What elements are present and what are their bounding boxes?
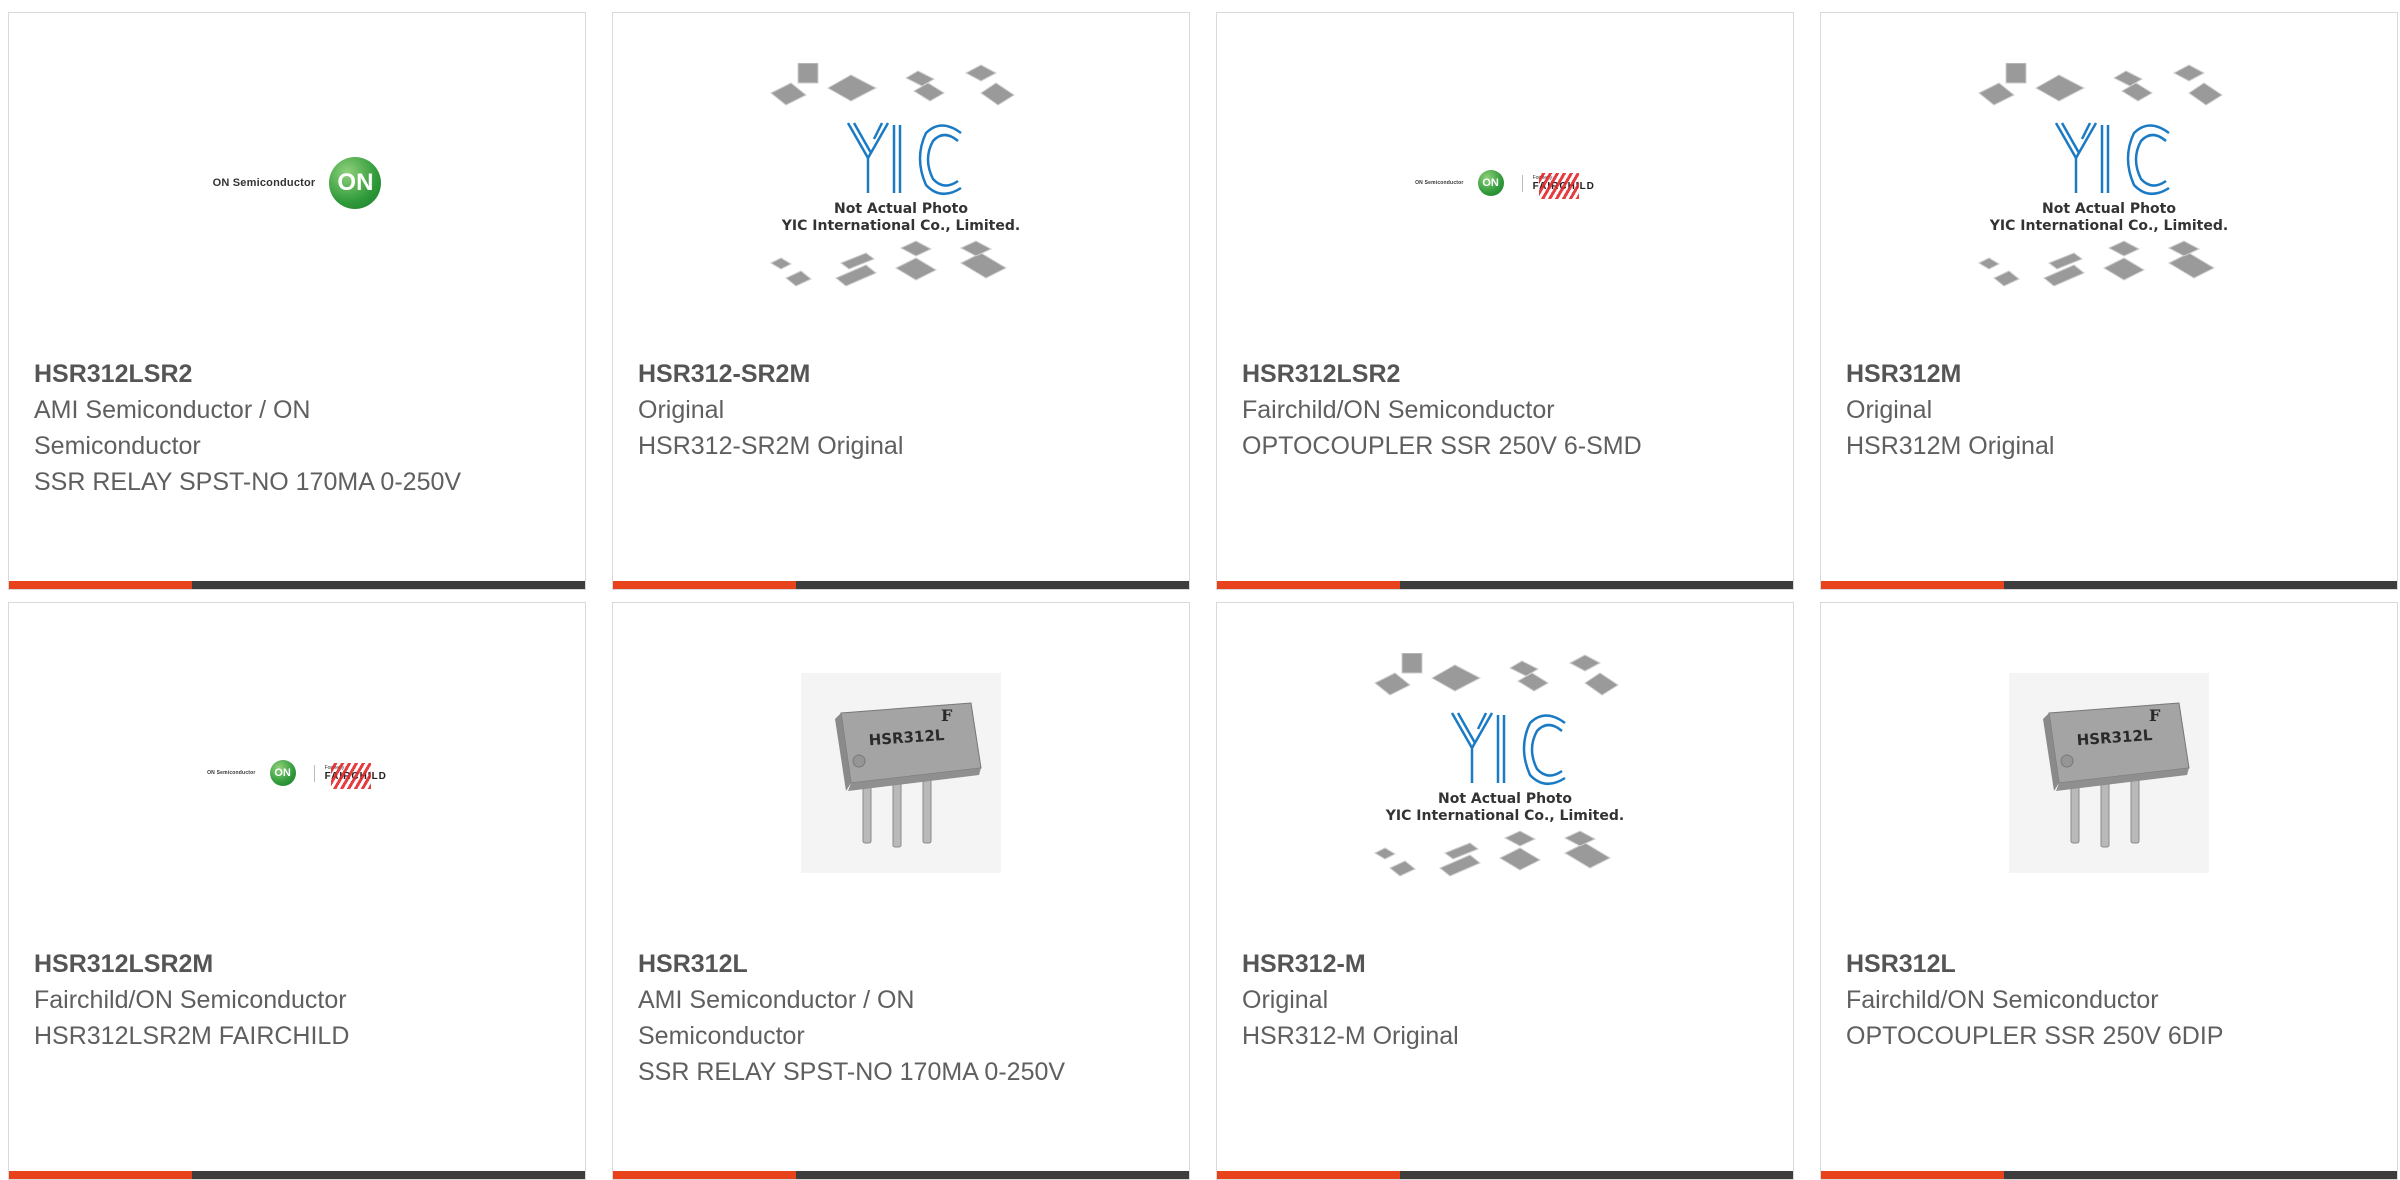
- product-card[interactable]: Not Actual Photo YIC International Co., …: [612, 12, 1190, 590]
- on-logo-text: ON Semiconductor: [212, 177, 316, 189]
- on-logo-mark: ON: [329, 157, 382, 209]
- part-number[interactable]: HSR312LSR2: [1242, 356, 1682, 392]
- dip6-chip-icon: HSR312L F: [801, 673, 1001, 873]
- product-card[interactable]: HSR312L F HSR312L Fairchild/ON Semicondu…: [1820, 602, 2398, 1180]
- dip6-chip-photo: HSR312L F: [801, 673, 1001, 873]
- part-number[interactable]: HSR312-SR2M: [638, 356, 1078, 392]
- product-image[interactable]: Not Actual Photo YIC International Co., …: [1217, 603, 1793, 943]
- manufacturer: Original: [1846, 396, 1933, 424]
- description: OPTOCOUPLER SSR 250V 6-SMD: [1242, 432, 1642, 460]
- description: HSR312-SR2M Original: [638, 432, 904, 460]
- product-info: HSR312LSR2 AMI Semiconductor / ON Semico…: [34, 356, 474, 500]
- yic-placeholder-image: Not Actual Photo YIC International Co., …: [1974, 63, 2244, 303]
- card-bottom-bar: [9, 1171, 585, 1179]
- product-image[interactable]: HSR312L F: [613, 603, 1189, 943]
- product-card[interactable]: ON Semiconductor ON HSR312LSR2 AMI Semic…: [8, 12, 586, 590]
- product-info: HSR312L AMI Semiconductor / ON Semicondu…: [638, 946, 1078, 1090]
- fairchild-logo: Formerly FAIRCHILD: [1521, 172, 1595, 199]
- product-card[interactable]: HSR312L F HSR312L AMI Semiconductor / ON…: [612, 602, 1190, 1180]
- svg-text:F: F: [2149, 706, 2161, 725]
- card-bottom-bar: [1821, 581, 2397, 589]
- chip-packages-icon: [769, 63, 1015, 287]
- product-image[interactable]: ON Semiconductor ON: [9, 13, 585, 353]
- description: OPTOCOUPLER SSR 250V 6DIP: [1846, 1022, 2224, 1050]
- card-accent: [613, 1171, 796, 1179]
- product-card[interactable]: ON Semiconductor ON Formerly FAIRCHILD H…: [1216, 12, 1794, 590]
- svg-text:F: F: [941, 706, 953, 725]
- manufacturer: Original: [1242, 986, 1329, 1014]
- product-card[interactable]: Not Actual Photo YIC International Co., …: [1820, 12, 2398, 590]
- chip-packages-icon: [1373, 653, 1619, 877]
- part-number[interactable]: HSR312LSR2: [34, 356, 474, 392]
- card-bottom-bar: [613, 1171, 1189, 1179]
- dip6-chip-icon: HSR312L F: [2009, 673, 2209, 873]
- product-image[interactable]: Not Actual Photo YIC International Co., …: [613, 13, 1189, 353]
- card-accent: [9, 581, 192, 589]
- placeholder-line1: Not Actual Photo: [834, 201, 968, 217]
- description: HSR312M Original: [1846, 432, 2055, 460]
- product-image[interactable]: ON Semiconductor ON Formerly FAIRCHILD: [9, 603, 585, 943]
- manufacturer: Original: [638, 396, 725, 424]
- product-info: HSR312M Original HSR312M Original: [1846, 356, 2286, 464]
- card-accent: [613, 581, 796, 589]
- part-number[interactable]: HSR312LSR2M: [34, 946, 474, 982]
- product-card[interactable]: ON Semiconductor ON Formerly FAIRCHILD H…: [8, 602, 586, 1180]
- yic-placeholder-image: Not Actual Photo YIC International Co., …: [1370, 653, 1640, 893]
- manufacturer: Fairchild/ON Semiconductor: [1846, 986, 2159, 1014]
- description: HSR312-M Original: [1242, 1022, 1459, 1050]
- chip-packages-icon: [1977, 63, 2223, 287]
- part-number[interactable]: HSR312M: [1846, 356, 2286, 392]
- product-image[interactable]: Not Actual Photo YIC International Co., …: [1821, 13, 2397, 353]
- card-accent: [1821, 1171, 2004, 1179]
- on-logo-mark: ON: [1477, 170, 1504, 196]
- card-bottom-bar: [1821, 1171, 2397, 1179]
- on-fairchild-logo: ON Semiconductor ON Formerly FAIRCHILD: [207, 760, 387, 789]
- card-bottom-bar: [1217, 581, 1793, 589]
- on-semiconductor-logo: ON Semiconductor ON: [213, 157, 382, 209]
- part-number[interactable]: HSR312L: [638, 946, 1078, 982]
- product-info: HSR312LSR2M Fairchild/ON Semiconductor H…: [34, 946, 474, 1054]
- card-accent: [1217, 1171, 1400, 1179]
- card-bottom-bar: [613, 581, 1189, 589]
- card-accent: [1217, 581, 1400, 589]
- fairchild-logo: Formerly FAIRCHILD: [313, 762, 387, 789]
- description: HSR312LSR2M FAIRCHILD: [34, 1022, 350, 1050]
- placeholder-line2: YIC International Co., Limited.: [1385, 808, 1625, 824]
- part-number[interactable]: HSR312L: [1846, 946, 2286, 982]
- yic-placeholder-image: Not Actual Photo YIC International Co., …: [766, 63, 1036, 303]
- card-accent: [9, 1171, 192, 1179]
- product-info: HSR312L Fairchild/ON Semiconductor OPTOC…: [1846, 946, 2286, 1054]
- manufacturer: Fairchild/ON Semiconductor: [34, 986, 347, 1014]
- manufacturer: AMI Semiconductor / ON Semiconductor: [638, 986, 915, 1050]
- on-fairchild-logo: ON Semiconductor ON Formerly FAIRCHILD: [1415, 170, 1595, 199]
- part-number[interactable]: HSR312-M: [1242, 946, 1682, 982]
- placeholder-line2: YIC International Co., Limited.: [781, 218, 1021, 234]
- placeholder-line2: YIC International Co., Limited.: [1989, 218, 2229, 234]
- description: SSR RELAY SPST-NO 170MA 0-250V: [34, 468, 462, 496]
- on-logo-mark: ON: [269, 760, 296, 786]
- product-grid: ON Semiconductor ON HSR312LSR2 AMI Semic…: [8, 12, 2398, 1180]
- card-accent: [1821, 581, 2004, 589]
- description: SSR RELAY SPST-NO 170MA 0-250V: [638, 1058, 1066, 1086]
- placeholder-line1: Not Actual Photo: [1438, 791, 1572, 807]
- on-logo-text: ON Semiconductor: [1415, 180, 1464, 186]
- product-image[interactable]: HSR312L F: [1821, 603, 2397, 943]
- card-bottom-bar: [1217, 1171, 1793, 1179]
- product-card[interactable]: Not Actual Photo YIC International Co., …: [1216, 602, 1794, 1180]
- product-image[interactable]: ON Semiconductor ON Formerly FAIRCHILD: [1217, 13, 1793, 353]
- dip6-chip-photo: HSR312L F: [2009, 673, 2209, 873]
- placeholder-line1: Not Actual Photo: [2042, 201, 2176, 217]
- manufacturer: AMI Semiconductor / ON Semiconductor: [34, 396, 311, 460]
- product-info: HSR312-SR2M Original HSR312-SR2M Origina…: [638, 356, 1078, 464]
- manufacturer: Fairchild/ON Semiconductor: [1242, 396, 1555, 424]
- product-info: HSR312LSR2 Fairchild/ON Semiconductor OP…: [1242, 356, 1682, 464]
- card-bottom-bar: [9, 581, 585, 589]
- product-info: HSR312-M Original HSR312-M Original: [1242, 946, 1682, 1054]
- on-logo-text: ON Semiconductor: [207, 770, 256, 776]
